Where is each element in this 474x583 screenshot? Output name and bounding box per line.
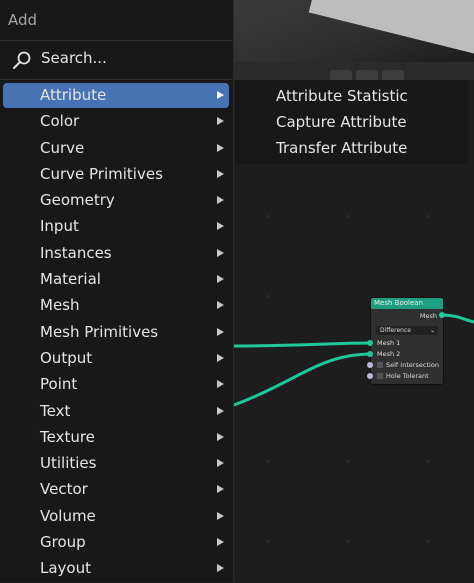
menu-item-color[interactable]: Color	[0, 109, 234, 135]
menu-item-label: Color	[40, 112, 80, 131]
menu-item-volume[interactable]: Volume	[0, 504, 234, 530]
menu-item-label: Mesh Primitives	[40, 322, 159, 341]
item-highlight	[3, 83, 229, 108]
submenu-arrow-icon	[217, 275, 224, 284]
submenu-arrow-icon	[217, 301, 224, 310]
menu-item-label: Geometry	[40, 191, 115, 210]
link-output	[441, 313, 474, 324]
menu-item-attribute[interactable]: Attribute	[0, 83, 234, 109]
hole-tolerant-option[interactable]: Hole Tolerant	[377, 372, 429, 380]
submenu-arrow-icon	[217, 117, 224, 126]
submenu-arrow-icon	[217, 169, 224, 178]
menu-item-instances[interactable]: Instances	[0, 241, 234, 267]
menu-item-text[interactable]: Text	[0, 399, 234, 425]
input-socket-self-intersection[interactable]	[367, 362, 373, 368]
node-input-mesh2: Mesh 2	[377, 350, 401, 358]
link-mesh1	[233, 341, 373, 348]
menu-item-curve-primitives[interactable]: Curve Primitives	[0, 162, 234, 188]
menu-item-utilities[interactable]: Utilities	[0, 451, 234, 477]
menu-item-layout[interactable]: Layout	[0, 556, 234, 582]
menu-item-label: Text	[40, 401, 71, 420]
submenu-arrow-icon	[217, 353, 224, 362]
menu-item-point[interactable]: Point	[0, 372, 234, 398]
menu-item-material[interactable]: Material	[0, 267, 234, 293]
divider	[0, 79, 234, 80]
menu-item-label: Utilities	[40, 454, 97, 473]
submenu-arrow-icon	[217, 485, 224, 494]
menu-item-geometry[interactable]: Geometry	[0, 188, 234, 214]
menu-item-output[interactable]: Output	[0, 346, 234, 372]
chevron-down-icon: ⌄	[429, 327, 435, 334]
input-socket-hole-tolerant[interactable]	[367, 373, 373, 379]
menu-item-label: Instances	[40, 243, 112, 262]
checkbox[interactable]	[377, 373, 383, 379]
input-socket-mesh1[interactable]	[367, 340, 373, 346]
menu-item-group[interactable]: Group	[0, 530, 234, 556]
output-socket[interactable]	[439, 312, 445, 318]
submenu-item-transfer-attribute[interactable]: Transfer Attribute	[276, 139, 407, 157]
menu-item-label: Texture	[40, 427, 95, 446]
menu-item-label: Vector	[40, 480, 88, 499]
submenu-arrow-icon	[217, 91, 224, 99]
checkbox[interactable]	[377, 362, 383, 368]
divider	[0, 40, 234, 41]
menu-title: Add	[8, 11, 38, 29]
submenu-arrow-icon	[217, 222, 224, 231]
hole-tolerant-label: Hole Tolerant	[386, 372, 429, 380]
menu-item-label: Curve	[40, 138, 85, 157]
submenu-arrow-icon	[217, 564, 224, 573]
menu-item-label: Layout	[40, 559, 91, 578]
self-intersection-option[interactable]: Self Intersection	[377, 361, 439, 369]
menu-item-label: Output	[40, 348, 93, 367]
submenu-arrow-icon	[217, 248, 224, 257]
submenu-arrow-icon	[217, 143, 224, 152]
submenu-arrow-icon	[217, 196, 224, 205]
mesh-boolean-node[interactable]: Mesh Boolean Mesh Difference ⌄ Mesh 1 Me…	[370, 297, 444, 385]
submenu-arrow-icon	[217, 432, 224, 441]
submenu-arrow-icon	[217, 511, 224, 520]
submenu-item-attribute-statistic[interactable]: Attribute Statistic	[276, 87, 408, 105]
menu-item-label: Input	[40, 217, 79, 236]
search-icon	[13, 51, 31, 69]
attribute-submenu: Attribute Statistic Capture Attribute Tr…	[235, 80, 468, 164]
submenu-arrow-icon	[217, 538, 224, 547]
submenu-arrow-icon	[217, 459, 224, 468]
submenu-arrow-icon	[217, 406, 224, 415]
submenu-arrow-icon	[217, 380, 224, 389]
menu-item-label: Volume	[40, 506, 96, 525]
self-intersection-label: Self Intersection	[386, 361, 439, 369]
menu-item-mesh[interactable]: Mesh	[0, 293, 234, 319]
menu-item-label: Point	[40, 375, 78, 394]
menu-item-vector[interactable]: Vector	[0, 477, 234, 503]
submenu-arrow-icon	[217, 327, 224, 336]
menu-item-label: Mesh	[40, 296, 80, 315]
menu-item-label: Curve Primitives	[40, 164, 163, 183]
operation-value: Difference	[380, 327, 411, 334]
input-socket-mesh2[interactable]	[367, 351, 373, 357]
operation-dropdown[interactable]: Difference ⌄	[376, 326, 438, 335]
menu-item-label: Attribute	[40, 86, 107, 104]
menu-item-texture[interactable]: Texture	[0, 425, 234, 451]
node-output-mesh: Mesh	[419, 312, 437, 320]
submenu-item-capture-attribute[interactable]: Capture Attribute	[276, 113, 407, 131]
menu-item-label: Material	[40, 270, 101, 289]
menu-item-curve[interactable]: Curve	[0, 136, 234, 162]
menu-item-input[interactable]: Input	[0, 214, 234, 240]
node-title[interactable]: Mesh Boolean	[371, 298, 443, 309]
menu-list: Attribute Color Curve Curve Primitives G…	[0, 83, 234, 583]
add-menu: Add Search... Attribute Color Curve Curv…	[0, 0, 234, 582]
link-mesh2	[233, 352, 373, 407]
menu-item-mesh-primitives[interactable]: Mesh Primitives	[0, 320, 234, 346]
search-label: Search...	[41, 49, 107, 67]
menu-item-label: Group	[40, 533, 86, 552]
node-input-mesh1: Mesh 1	[377, 339, 401, 347]
